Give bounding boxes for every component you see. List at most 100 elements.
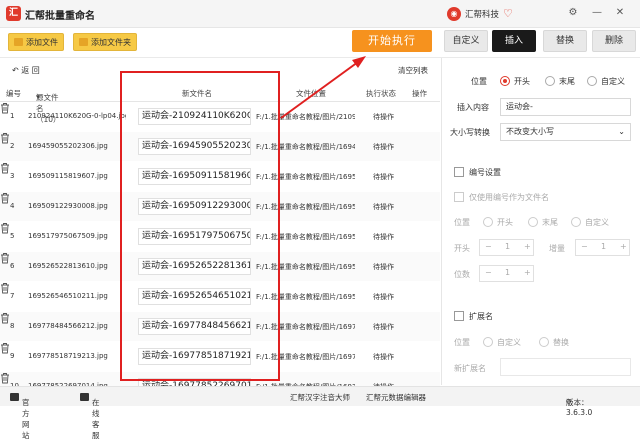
- tab-insert[interactable]: 插入: [492, 30, 536, 52]
- website-link[interactable]: 官方网站: [10, 392, 30, 440]
- ext-checkbox[interactable]: [454, 311, 464, 321]
- insert-input[interactable]: 运动会-: [500, 98, 631, 116]
- add-file-label: 添加文件: [26, 37, 58, 47]
- tab-replace[interactable]: 替换: [543, 30, 587, 52]
- table-header: 编号 ▾ 源文件名（10） 新文件名 文件位置 执行状态 操作: [0, 84, 440, 124]
- minus-icon[interactable]: −: [485, 268, 492, 277]
- trash-icon[interactable]: [0, 342, 10, 354]
- table-row[interactable]: 7 169526546510211.jpg 运动会-169526546510211.…: [0, 282, 440, 311]
- digits-value: 1: [505, 268, 511, 277]
- add-file-button[interactable]: 添加文件: [8, 33, 64, 51]
- row-location: F:/1.批量重命名教程/图片/169778484566212: [256, 323, 355, 331]
- table-row[interactable]: 6 169526522813610.jpg 运动会-169526522813610.…: [0, 252, 440, 281]
- heart-icon[interactable]: ♡: [503, 7, 513, 20]
- row-status: 待操作: [373, 173, 394, 181]
- trash-icon[interactable]: [0, 372, 10, 384]
- num-pos-start-radio[interactable]: [483, 217, 493, 227]
- service-link[interactable]: 在线客服: [80, 392, 100, 440]
- num-pos-custom-radio[interactable]: [571, 217, 581, 227]
- trash-icon[interactable]: [0, 192, 10, 204]
- brand-name: 汇帮科技: [465, 9, 500, 20]
- brand-logo-icon: ◉: [447, 6, 461, 21]
- col-loc[interactable]: 文件位置: [296, 88, 326, 99]
- row-idx: 6: [10, 262, 15, 270]
- settings-icon[interactable]: ⚙: [565, 5, 581, 21]
- ext-custom-radio[interactable]: [483, 337, 493, 347]
- close-icon[interactable]: ✕: [612, 5, 628, 21]
- start-label: 开头: [454, 244, 470, 253]
- tool2-link[interactable]: 汇帮元数据编辑器: [366, 392, 426, 403]
- new-ext-label: 新扩展名: [454, 364, 486, 373]
- table-row[interactable]: 3 169509115819607.jpg 运动会-169509115819607.…: [0, 162, 440, 191]
- table-row[interactable]: 4 169509122930008.jpg 运动会-169509122930008.…: [0, 192, 440, 221]
- row-status: 待操作: [373, 293, 394, 301]
- add-folder-icon: [79, 38, 88, 46]
- trash-icon[interactable]: [0, 312, 10, 324]
- pos-start-radio[interactable]: [500, 76, 510, 86]
- title-bar: 汇 汇帮批量重命名 ◉ 汇帮科技 ♡ ⚙ — ✕: [0, 0, 640, 28]
- service-label: 在线客服: [92, 398, 100, 440]
- clear-list-button[interactable]: 清空列表: [398, 65, 428, 76]
- row-new-name: 运动会-169778484566212.jpg: [138, 318, 251, 335]
- numbering-only-checkbox[interactable]: [454, 192, 464, 202]
- tab-delete[interactable]: 删除: [592, 30, 636, 52]
- trash-icon[interactable]: [0, 282, 10, 294]
- increment-label: 增量: [549, 244, 565, 253]
- digits-stepper[interactable]: − 1 +: [479, 265, 534, 282]
- case-label: 大小写转换: [450, 128, 490, 137]
- minus-icon[interactable]: −: [485, 242, 492, 251]
- row-idx: 2: [10, 142, 15, 150]
- table-row[interactable]: 8 169778484566212.jpg 运动会-169778484566212.…: [0, 312, 440, 341]
- row-idx: 3: [10, 172, 15, 180]
- row-new-name: 运动会-169526546510211.jpg: [138, 288, 251, 305]
- start-stepper[interactable]: − 1 +: [479, 239, 534, 256]
- table-row[interactable]: 1 210924110K620G-0-lp04.jpg 运动会-210924110K…: [0, 102, 440, 131]
- service-icon: [80, 393, 89, 401]
- col-idx[interactable]: 编号: [6, 88, 21, 99]
- new-ext-input[interactable]: [500, 358, 631, 376]
- plus-icon[interactable]: +: [524, 242, 531, 251]
- trash-icon[interactable]: [0, 162, 10, 174]
- ext-replace-radio[interactable]: [539, 337, 549, 347]
- col-new[interactable]: 新文件名: [182, 88, 212, 99]
- trash-icon[interactable]: [0, 132, 10, 144]
- numbering-only-label: 仅使用编号作为文件名: [469, 193, 549, 202]
- version-label: 版本：3.6.3.0: [566, 398, 593, 417]
- num-pos-custom-label: 自定义: [585, 218, 609, 227]
- tool1-link[interactable]: 汇帮汉字注音大师: [290, 392, 350, 403]
- tab-custom[interactable]: 自定义: [444, 30, 488, 52]
- insert-label: 插入内容: [457, 103, 489, 112]
- table-row[interactable]: 5 169517975067509.jpg 运动会-169517975067509.…: [0, 222, 440, 251]
- pos-end-radio[interactable]: [545, 76, 555, 86]
- num-pos-start-label: 开头: [497, 218, 513, 227]
- table-row[interactable]: 2 169459055202306.jpg 运动会-169459055202306.…: [0, 132, 440, 161]
- col-status[interactable]: 执行状态: [366, 88, 396, 99]
- trash-icon[interactable]: [0, 102, 10, 114]
- num-pos-end-radio[interactable]: [528, 217, 538, 227]
- trash-icon[interactable]: [0, 252, 10, 264]
- plus-icon[interactable]: +: [524, 268, 531, 277]
- list-subbar: ↶ 返 回 清空列表: [0, 58, 440, 80]
- row-new-name: 运动会-169459055202306.jpg: [138, 138, 251, 155]
- trash-icon[interactable]: [0, 222, 10, 234]
- row-status: 待操作: [373, 233, 394, 241]
- row-src-name: 169778484566212.jpg: [28, 322, 108, 330]
- increment-stepper[interactable]: − 1 +: [575, 239, 630, 256]
- row-new-name: 运动会-169778518719213.jpg: [138, 348, 251, 365]
- minus-icon[interactable]: −: [581, 242, 588, 251]
- row-idx: 9: [10, 352, 15, 360]
- row-location: F:/1.批量重命名教程/图片/169517975067509: [256, 233, 355, 241]
- plus-icon[interactable]: +: [620, 242, 627, 251]
- brand[interactable]: ◉ 汇帮科技 ♡: [447, 6, 513, 21]
- pos-custom-radio[interactable]: [587, 76, 597, 86]
- add-folder-button[interactable]: 添加文件夹: [73, 33, 137, 51]
- row-src-name: 169526522813610.jpg: [28, 262, 108, 270]
- minimize-icon[interactable]: —: [589, 5, 605, 21]
- table-row[interactable]: 9 169778518719213.jpg 运动会-169778518719213.…: [0, 342, 440, 371]
- case-select[interactable]: 不改变大小写 ⌄: [500, 123, 631, 141]
- row-src-name: 169517975067509.jpg: [28, 232, 108, 240]
- back-button[interactable]: ↶ 返 回: [12, 65, 40, 76]
- numbering-checkbox[interactable]: [454, 167, 464, 177]
- col-op: 操作: [412, 89, 427, 98]
- start-button[interactable]: 开始执行: [352, 30, 432, 52]
